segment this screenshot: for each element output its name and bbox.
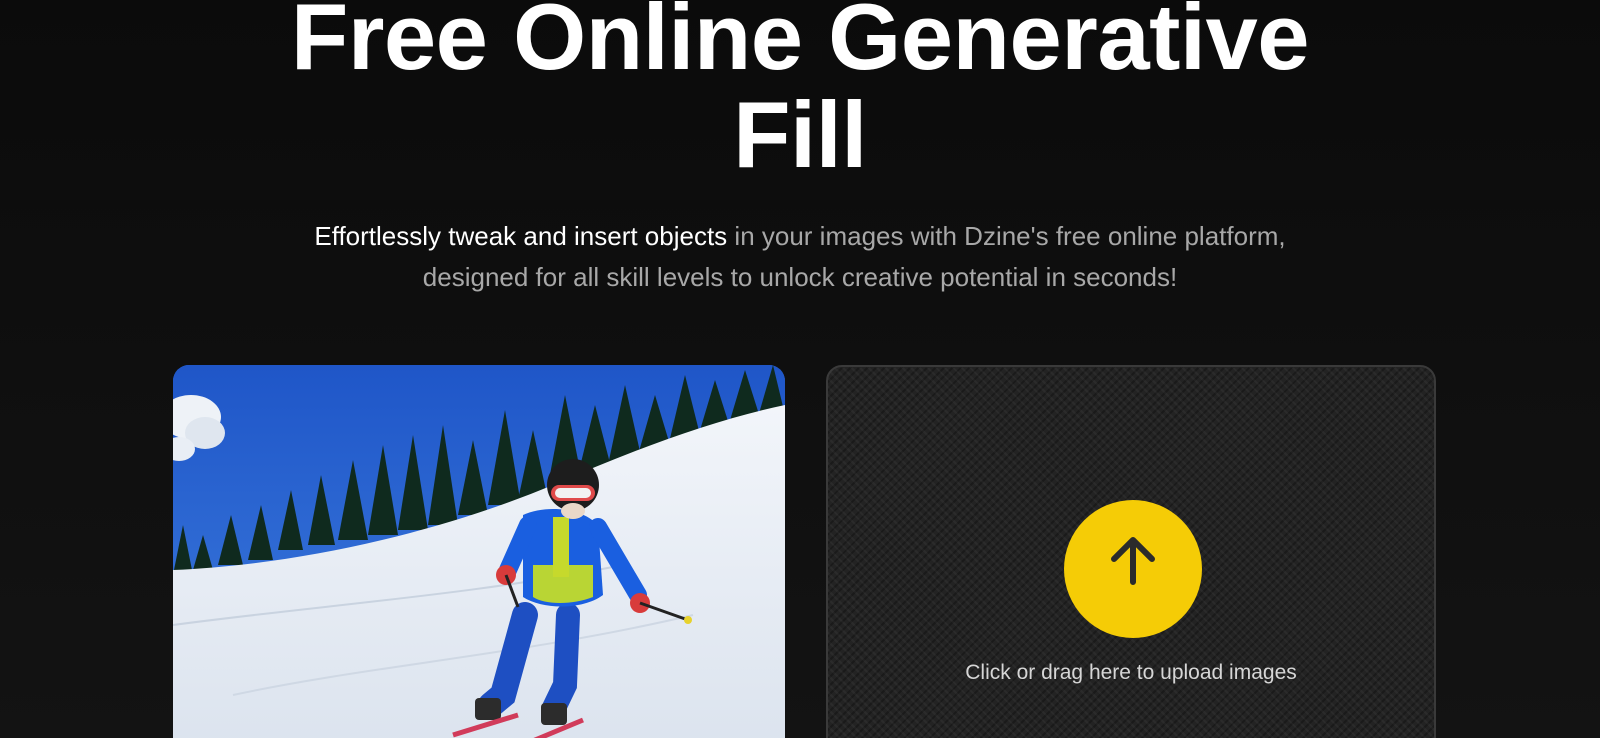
upload-dropzone[interactable]: Click or drag here to upload images: [826, 365, 1436, 738]
page: Free Online Generative Fill Effortlessly…: [0, 0, 1600, 738]
example-image: [173, 365, 785, 738]
skier-photo: [173, 365, 785, 738]
upload-label: Click or drag here to upload images: [965, 661, 1297, 684]
arrow-up-icon: [1111, 537, 1155, 585]
page-title-line-2: Fill: [733, 82, 867, 187]
subtitle-text-line-2: designed for all skill levels to unlock …: [422, 262, 1178, 292]
subtitle-emphasis: Effortlessly tweak and insert objects: [314, 221, 728, 251]
subtitle-text: in your images with Dzine's free online …: [727, 221, 1286, 251]
upload-button[interactable]: [1064, 500, 1202, 638]
page-title-line-1: Free Online Generative: [290, 0, 1310, 89]
page-subtitle: Effortlessly tweak and insert objects in…: [0, 216, 1600, 298]
page-title: Free Online Generative Fill: [0, 0, 1600, 184]
